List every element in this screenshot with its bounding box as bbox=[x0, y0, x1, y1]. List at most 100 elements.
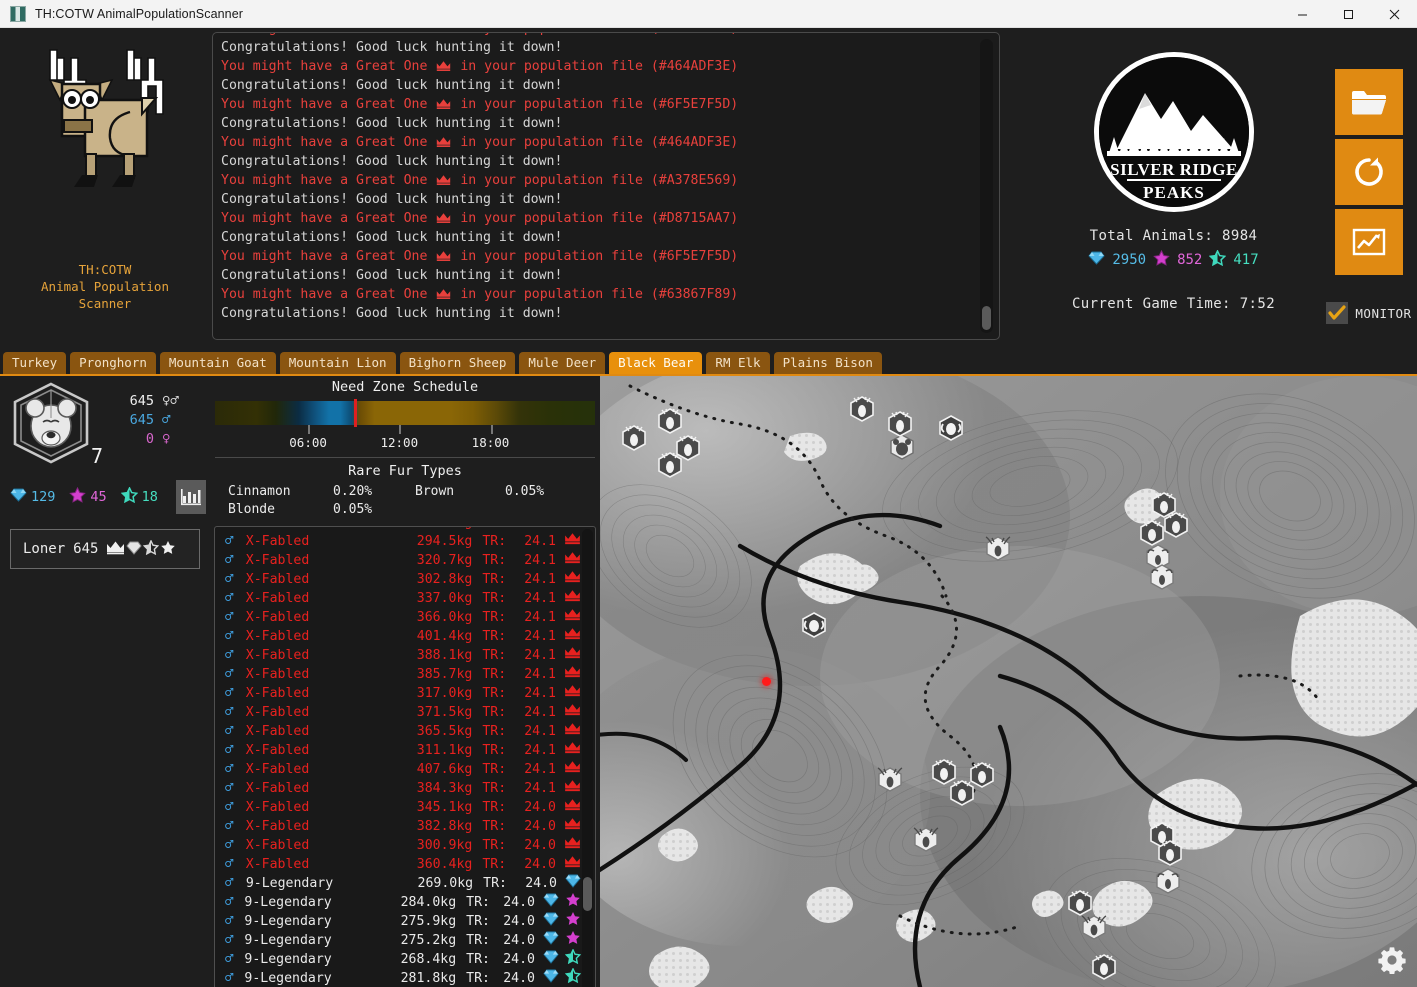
need-zone-schedule-bar[interactable] bbox=[215, 399, 595, 427]
animal-row[interactable]: ♂ X-Fabled 337.0kg TR: 24.1 bbox=[215, 589, 581, 608]
diamond-icon bbox=[543, 892, 559, 913]
animal-row[interactable]: ♂ X-Fabled 345.1kg TR: 24.0 bbox=[215, 798, 581, 817]
close-button[interactable] bbox=[1371, 0, 1417, 28]
monitor-toggle-row[interactable]: MONITOR bbox=[1326, 302, 1411, 324]
reserve-map[interactable] bbox=[600, 376, 1417, 987]
map-marker-bison[interactable] bbox=[802, 612, 826, 638]
map-marker-goat[interactable] bbox=[1156, 868, 1180, 894]
animal-row[interactable]: ♂ X-Fabled 294.5kg TR: 24.1 bbox=[215, 532, 581, 551]
animal-row[interactable]: ♂ 9-Legendary 269.0kg TR: 24.0 bbox=[215, 874, 581, 893]
trophy-rating-value: 24.1 bbox=[524, 743, 556, 758]
maximize-button[interactable] bbox=[1325, 0, 1371, 28]
animal-row[interactable]: ♂ X-Fabled 302.8kg TR: 24.1 bbox=[215, 570, 581, 589]
species-great-count: 45 bbox=[90, 489, 107, 505]
map-marker-deer[interactable] bbox=[1140, 520, 1164, 546]
animal-row[interactable]: ♂ X-Fabled 365.5kg TR: 24.1 bbox=[215, 722, 581, 741]
map-marker-deer[interactable] bbox=[950, 780, 974, 806]
minimize-button[interactable] bbox=[1279, 0, 1325, 28]
map-marker-deer[interactable] bbox=[658, 452, 682, 478]
trend-chart-button[interactable] bbox=[1335, 209, 1403, 275]
console-output[interactable]: You might have a Great One in your popul… bbox=[212, 32, 1000, 340]
tab-pronghorn[interactable]: Pronghorn bbox=[70, 352, 156, 374]
svg-text:SILVER RIDGE: SILVER RIDGE bbox=[1110, 160, 1238, 179]
animal-row[interactable]: ♂ 9-Legendary 284.0kg TR: 24.0 bbox=[215, 892, 581, 913]
animal-row[interactable]: ♂ X-Fabled 371.5kg TR: 24.1 bbox=[215, 703, 581, 722]
animal-row[interactable]: ♂ X-Fabled 317.0kg TR: 24.1 bbox=[215, 684, 581, 703]
animal-row[interactable]: ♂ X-Fabled 407.6kg TR: 24.1 bbox=[215, 760, 581, 779]
map-marker-bear[interactable] bbox=[890, 434, 914, 460]
animal-row[interactable]: ♂ X-Fabled 384.3kg TR: 24.1 bbox=[215, 779, 581, 798]
map-marker-deer[interactable] bbox=[658, 408, 682, 434]
diamond-icon bbox=[543, 911, 559, 932]
tab-black-bear[interactable]: Black Bear bbox=[609, 352, 703, 374]
animal-list[interactable]: ♂X-Fabled333.1kgTR:24.1♂X-Fabled294.5kgT… bbox=[214, 526, 596, 987]
animal-row[interactable]: ♂ 9-Legendary 281.8kg TR: 24.0 bbox=[215, 967, 582, 987]
animal-row[interactable]: ♂ X-Fabled 311.1kg TR: 24.1 bbox=[215, 741, 581, 760]
animal-row[interactable]: ♂ 9-Legendary 268.4kg TR: 24.0 bbox=[215, 948, 582, 969]
tab-turkey[interactable]: Turkey bbox=[3, 352, 67, 374]
great-one-star-icon bbox=[565, 892, 581, 913]
animal-row[interactable]: ♂ X-Fabled 401.4kg TR: 24.1 bbox=[215, 627, 581, 646]
trophy-rating-value: 24.1 bbox=[524, 705, 556, 720]
map-marker-deer[interactable] bbox=[1092, 954, 1116, 980]
console-scrollbar-thumb[interactable] bbox=[982, 306, 991, 330]
map-marker-deer[interactable] bbox=[1158, 840, 1182, 866]
animal-weight: 366.0kg bbox=[416, 610, 473, 625]
map-marker-deer[interactable] bbox=[622, 425, 646, 451]
trophy-rating-label: TR: bbox=[482, 610, 507, 625]
animal-sex-icon: ♂ bbox=[225, 685, 234, 701]
reserve-block: SILVER RIDGE PEAKS Total Animals: 8984 2… bbox=[1016, 36, 1331, 350]
refresh-button[interactable] bbox=[1335, 139, 1403, 205]
animal-list-scrollbar-thumb[interactable] bbox=[583, 877, 592, 911]
tab-mountain-lion[interactable]: Mountain Lion bbox=[279, 352, 396, 374]
animal-row[interactable]: ♂ X-Fabled 385.7kg TR: 24.1 bbox=[215, 665, 581, 684]
animal-icon-group bbox=[556, 646, 581, 665]
animal-row[interactable]: ♂ X-Fabled 300.9kg TR: 24.0 bbox=[215, 836, 581, 855]
animal-sex-icon: ♂ bbox=[225, 761, 234, 777]
animal-rating: 9-Legendary bbox=[244, 914, 332, 929]
bar-chart-button[interactable] bbox=[175, 480, 206, 514]
gear-icon[interactable] bbox=[1377, 945, 1407, 975]
crown-icon bbox=[564, 741, 581, 760]
console-info-line: Congratulations! Good luck hunting it do… bbox=[221, 230, 563, 245]
male-gender-icon: ♂ bbox=[162, 412, 171, 428]
crown-icon bbox=[564, 570, 581, 589]
map-marker-deer[interactable] bbox=[932, 759, 956, 785]
animal-row[interactable]: ♂ 9-Legendary 275.9kg TR: 24.0 bbox=[215, 911, 581, 932]
map-marker-deer[interactable] bbox=[1068, 890, 1092, 916]
map-marker-deer[interactable] bbox=[970, 762, 994, 788]
console-info-line: Congratulations! Good luck hunting it do… bbox=[221, 78, 563, 93]
animal-sex-icon: ♂ bbox=[225, 628, 234, 644]
animal-row[interactable]: ♂ X-Fabled 388.1kg TR: 24.1 bbox=[215, 646, 581, 665]
map-marker-deer[interactable] bbox=[676, 435, 700, 461]
tab-rm-elk[interactable]: RM Elk bbox=[706, 352, 770, 374]
loner-row[interactable]: Loner 645 bbox=[10, 529, 200, 569]
animal-weight: 385.7kg bbox=[416, 667, 473, 682]
map-marker-deer[interactable] bbox=[850, 396, 874, 422]
animal-row[interactable]: ♂ X-Fabled 320.7kg TR: 24.1 bbox=[215, 551, 581, 570]
monitor-checkbox[interactable] bbox=[1326, 302, 1349, 324]
animal-row[interactable]: ♂ 9-Legendary 275.2kg TR: 24.0 bbox=[215, 930, 581, 950]
tab-plains-bison[interactable]: Plains Bison bbox=[773, 352, 882, 374]
tab-bighorn-sheep[interactable]: Bighorn Sheep bbox=[399, 352, 516, 374]
animal-row[interactable]: ♂ X-Fabled 366.0kg TR: 24.1 bbox=[215, 608, 581, 627]
schedule-ticks bbox=[215, 425, 595, 435]
tab-mountain-goat[interactable]: Mountain Goat bbox=[159, 352, 276, 374]
species-tabbar: Turkey Pronghorn Mountain Goat Mountain Lio… bbox=[0, 350, 1417, 376]
animal-icon-group bbox=[535, 911, 581, 932]
animal-row[interactable]: ♂ X-Fabled 382.8kg TR: 24.0 bbox=[215, 817, 581, 836]
tab-mule-deer[interactable]: Mule Deer bbox=[519, 352, 606, 374]
fur-pct: 0.05% bbox=[505, 484, 545, 499]
map-marker-bison[interactable] bbox=[939, 415, 963, 441]
map-marker-deer[interactable] bbox=[1164, 512, 1188, 538]
map-marker-goat[interactable] bbox=[1150, 564, 1174, 590]
animal-icon-group bbox=[556, 836, 581, 855]
open-folder-button[interactable] bbox=[1335, 69, 1403, 135]
trophy-rating-value: 24.0 bbox=[503, 971, 535, 986]
map-marker-goat[interactable] bbox=[1146, 544, 1170, 570]
map-marker-deer[interactable] bbox=[888, 411, 912, 437]
console-scrollbar[interactable] bbox=[980, 39, 993, 333]
animal-row[interactable]: ♂ X-Fabled 360.4kg TR: 24.0 bbox=[215, 855, 581, 874]
animal-list-scrollbar[interactable] bbox=[582, 529, 593, 987]
animal-icon-group bbox=[556, 722, 581, 741]
